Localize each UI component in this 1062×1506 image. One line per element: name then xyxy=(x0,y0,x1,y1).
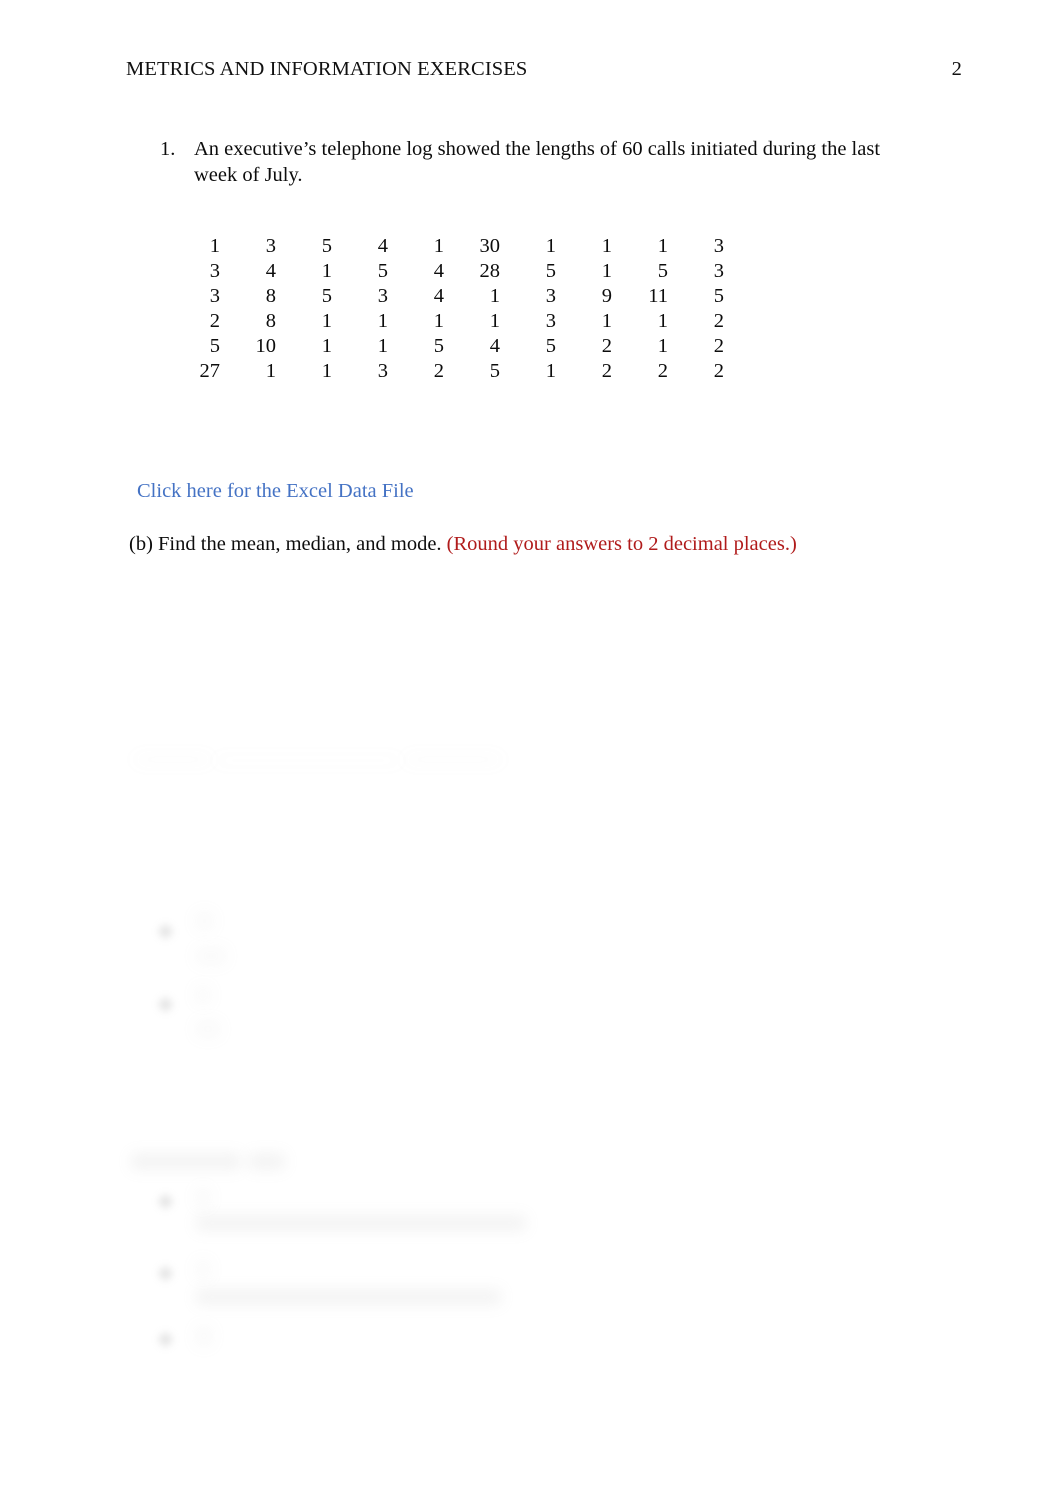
blurred-radio-icon[interactable] xyxy=(159,1267,172,1280)
data-cell: 5 xyxy=(377,260,388,282)
blurred-rule xyxy=(133,756,213,763)
data-cell: 4 xyxy=(377,235,388,257)
excel-data-file-link[interactable]: Click here for the Excel Data File xyxy=(137,480,414,503)
page-number: 2 xyxy=(951,58,962,80)
data-cell: 5 xyxy=(489,360,500,382)
question-text: An executive’s telephone log showed the … xyxy=(194,138,881,186)
blurred-text xyxy=(196,1260,210,1279)
table-row: 3 4 1 5 4 28 5 1 5 3 xyxy=(164,259,724,284)
data-cell: 5 xyxy=(713,285,724,307)
data-cell: 1 xyxy=(433,235,444,257)
data-cell: 2 xyxy=(601,335,612,357)
data-cell: 4 xyxy=(433,260,444,282)
data-cell: 3 xyxy=(713,260,724,282)
data-cell: 1 xyxy=(433,310,444,332)
table-row: 2 8 1 1 1 1 3 1 1 2 xyxy=(164,309,724,334)
blurred-radio-icon[interactable] xyxy=(159,1333,172,1346)
data-cell: 1 xyxy=(209,235,220,257)
data-cell: 1 xyxy=(545,360,556,382)
data-cell: 9 xyxy=(601,285,612,307)
table-body: 1 3 5 4 1 30 1 1 1 3 3 4 1 5 4 28 5 1 5 xyxy=(164,234,725,384)
data-cell: 1 xyxy=(321,310,332,332)
data-cell: 1 xyxy=(265,360,276,382)
data-cell: 3 xyxy=(209,260,220,282)
data-cell: 3 xyxy=(377,285,388,307)
data-cell: 5 xyxy=(321,235,332,257)
data-cell: 5 xyxy=(433,335,444,357)
question-number: 1. xyxy=(160,138,176,160)
data-cell: 1 xyxy=(601,235,612,257)
data-cell: 1 xyxy=(489,310,500,332)
data-cell: 2 xyxy=(433,360,444,382)
data-cell: 5 xyxy=(657,260,668,282)
data-cell: 5 xyxy=(545,260,556,282)
data-cell: 5 xyxy=(321,285,332,307)
data-cell: 2 xyxy=(209,310,220,332)
data-cell: 28 xyxy=(479,260,501,282)
blurred-rule xyxy=(213,758,403,763)
data-cell: 1 xyxy=(545,235,556,257)
blurred-text xyxy=(196,948,226,964)
data-cell: 1 xyxy=(601,310,612,332)
data-cell: 1 xyxy=(657,310,668,332)
data-cell: 5 xyxy=(209,335,220,357)
data-cell: 8 xyxy=(265,285,276,307)
part-b-text: (b) Find the mean, median, and mode. xyxy=(129,533,442,555)
data-cell: 27 xyxy=(199,360,221,382)
data-cell: 3 xyxy=(713,235,724,257)
data-cell: 5 xyxy=(545,335,556,357)
blurred-text xyxy=(196,1021,220,1037)
data-cell: 3 xyxy=(545,285,556,307)
data-cell: 2 xyxy=(713,310,724,332)
data-cell: 4 xyxy=(489,335,500,357)
question-1: 1. An executive’s telephone log showed t… xyxy=(160,136,920,188)
data-cell: 2 xyxy=(601,360,612,382)
data-cell: 4 xyxy=(265,260,276,282)
data-cell: 2 xyxy=(713,360,724,382)
data-cell: 1 xyxy=(377,335,388,357)
data-cell: 2 xyxy=(657,360,668,382)
blurred-heading xyxy=(249,1153,285,1170)
table-row: 27 1 1 3 2 5 1 2 2 2 xyxy=(164,359,725,384)
data-cell: 1 xyxy=(601,260,612,282)
blurred-choice-text xyxy=(196,1215,526,1231)
data-cell: 1 xyxy=(321,360,332,382)
data-cell: 2 xyxy=(713,335,724,357)
data-cell: 8 xyxy=(265,310,276,332)
table-row: 3 8 5 3 4 1 3 9 11 5 xyxy=(164,284,724,309)
data-cell: 1 xyxy=(321,260,332,282)
blurred-marker-icon xyxy=(159,998,172,1011)
blurred-marker-icon xyxy=(159,925,172,938)
blurred-text xyxy=(196,1326,212,1346)
call-lengths-data-table: 1 3 5 4 1 30 1 1 1 3 3 4 1 5 4 28 5 1 5 xyxy=(164,234,725,384)
data-cell: 1 xyxy=(377,310,388,332)
blurred-text xyxy=(196,912,213,930)
data-cell: 1 xyxy=(657,335,668,357)
data-cell: 30 xyxy=(479,235,501,257)
blurred-heading xyxy=(131,1153,241,1170)
rounding-instruction: (Round your answers to 2 decimal places.… xyxy=(446,533,797,555)
document-page: METRICS AND INFORMATION EXERCISES 2 1. A… xyxy=(0,0,1062,1506)
header-title: METRICS AND INFORMATION EXERCISES xyxy=(126,58,528,80)
part-b-prompt: (b) Find the mean, median, and mode. (Ro… xyxy=(129,531,797,557)
data-cell: 1 xyxy=(657,235,668,257)
data-cell: 3 xyxy=(265,235,276,257)
table-row: 1 3 5 4 1 30 1 1 1 3 xyxy=(164,234,724,259)
data-cell: 3 xyxy=(209,285,220,307)
data-cell: 1 xyxy=(321,335,332,357)
data-cell: 11 xyxy=(648,285,668,307)
blurred-rule xyxy=(403,756,503,763)
data-cell: 10 xyxy=(255,335,277,357)
data-cell: 3 xyxy=(545,310,556,332)
data-cell: 4 xyxy=(433,285,444,307)
blurred-text xyxy=(196,986,210,1004)
blurred-choice-text xyxy=(196,1289,501,1305)
document-header: METRICS AND INFORMATION EXERCISES 2 xyxy=(126,58,962,81)
data-cell: 3 xyxy=(377,360,388,382)
blurred-radio-icon[interactable] xyxy=(159,1195,172,1208)
blurred-content-region xyxy=(0,0,1062,1506)
table-row: 5 10 1 1 5 4 5 2 1 2 xyxy=(164,334,724,359)
data-cell: 1 xyxy=(489,285,500,307)
blurred-text xyxy=(196,1188,210,1207)
